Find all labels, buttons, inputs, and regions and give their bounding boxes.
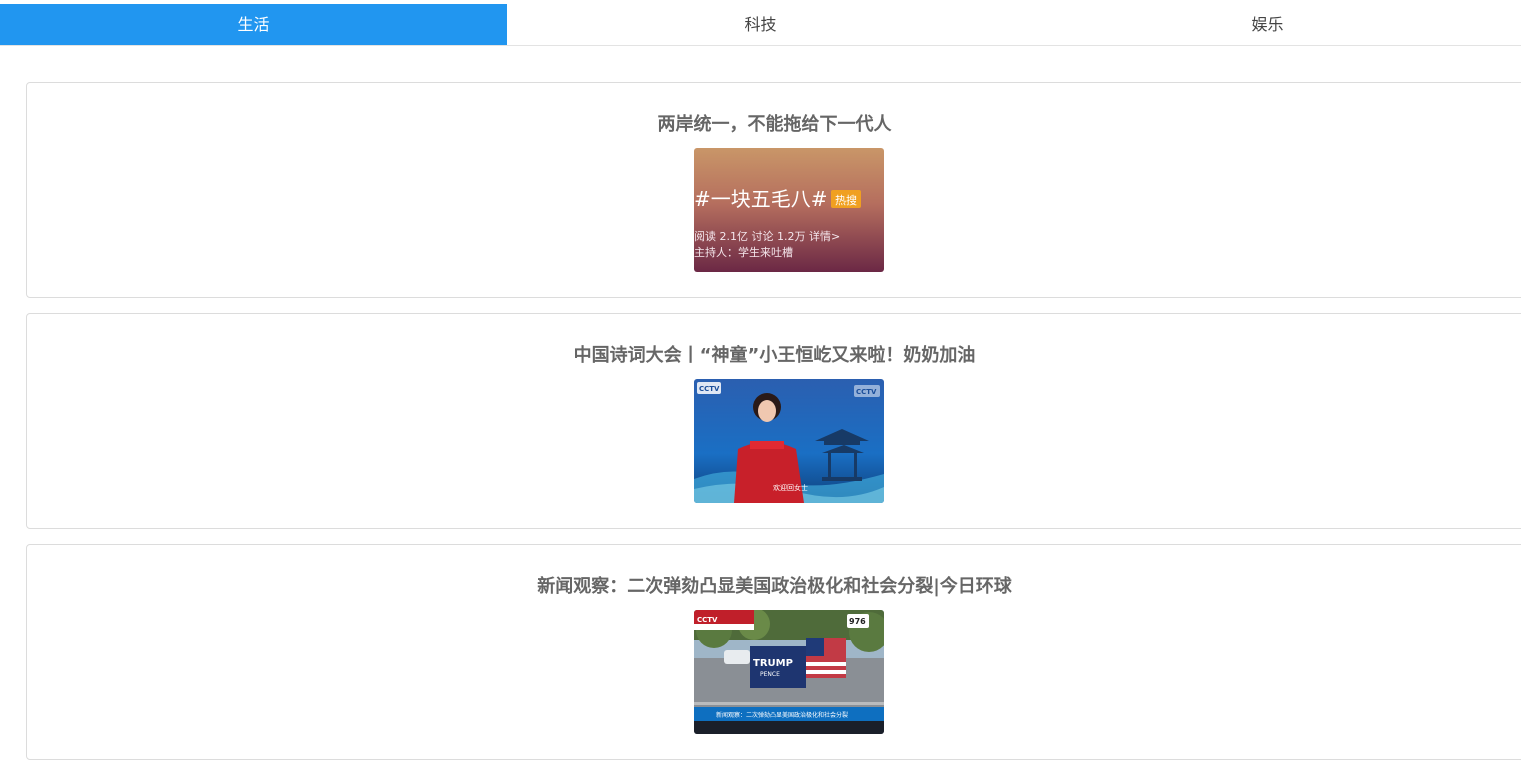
article-feed: 两岸统一，不能拖给下一代人 #一块五毛八# 热搜 阅读 2.1亿 讨论 1.2万… (26, 82, 1521, 775)
tab-entertainment[interactable]: 娱乐 (1014, 4, 1521, 45)
article-title[interactable]: 两岸统一，不能拖给下一代人 (27, 110, 1521, 136)
sign-line-1: TRUMP (753, 658, 793, 669)
cctv-logo-secondary: CCTV (856, 388, 877, 396)
tab-life[interactable]: 生活 (0, 4, 507, 45)
category-tab-bar: 生活 科技 娱乐 (0, 4, 1521, 46)
sign-line-2: PENCE (760, 671, 780, 678)
article-thumbnail[interactable]: #一块五毛八# 热搜 阅读 2.1亿 讨论 1.2万 详情> 主持人：学生来吐槽 (694, 148, 884, 272)
tab-tech[interactable]: 科技 (507, 4, 1014, 45)
article-card[interactable]: 两岸统一，不能拖给下一代人 #一块五毛八# 热搜 阅读 2.1亿 讨论 1.2万… (26, 82, 1521, 298)
article-card[interactable]: 中国诗词大会丨“神童”小王恒屹又来啦！奶奶加油 CCTV CCTV 欢迎回女士 (26, 313, 1521, 529)
thumbnail-caption: 欢迎回女士 (773, 483, 808, 492)
article-thumbnail[interactable]: CCTV CCTV 欢迎回女士 (694, 379, 884, 503)
hot-search-badge: 热搜 (835, 193, 857, 207)
article-thumbnail[interactable]: TRUMP PENCE 976 CCTV 新闻观察：二次弹劾凸显美国政治极化和社… (694, 610, 884, 734)
thumbnail-stats: 阅读 2.1亿 讨论 1.2万 详情> (694, 229, 840, 243)
road-sign-number: 976 (849, 617, 866, 626)
thumbnail-topic: #一块五毛八# (694, 187, 828, 211)
news-ticker: 新闻观察：二次弹劾凸显美国政治极化和社会分裂 (716, 711, 848, 719)
cctv-logo: CCTV (699, 385, 720, 393)
article-title[interactable]: 中国诗词大会丨“神童”小王恒屹又来啦！奶奶加油 (27, 341, 1521, 367)
article-title[interactable]: 新闻观察：二次弹劾凸显美国政治极化和社会分裂|今日环球 (27, 572, 1521, 598)
article-card[interactable]: 新闻观察：二次弹劾凸显美国政治极化和社会分裂|今日环球 TRUMP PENCE … (26, 544, 1521, 760)
thumbnail-host: 主持人：学生来吐槽 (694, 245, 793, 259)
cctv-logo: CCTV (697, 616, 718, 624)
